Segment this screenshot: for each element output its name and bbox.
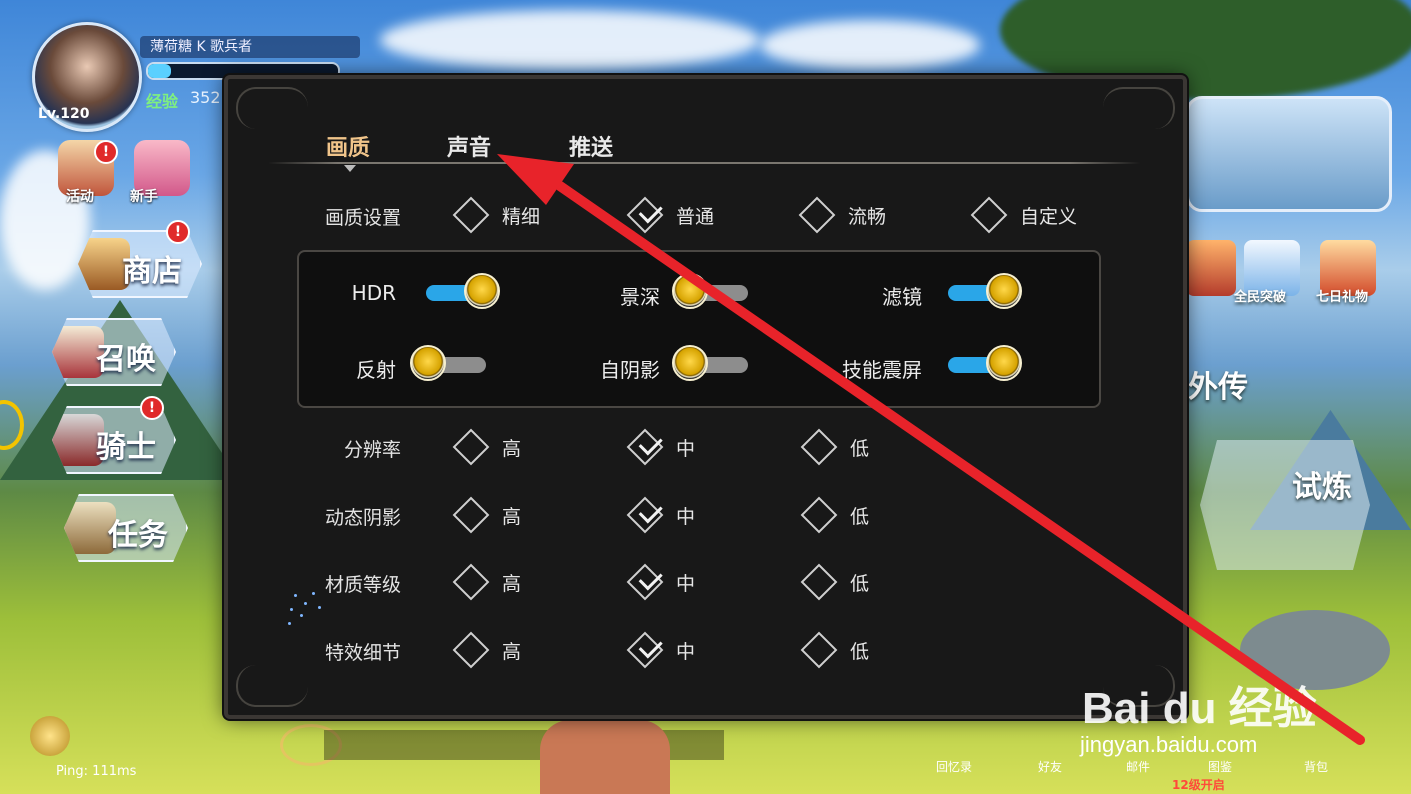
annotation-arrow-icon [497, 154, 1365, 745]
